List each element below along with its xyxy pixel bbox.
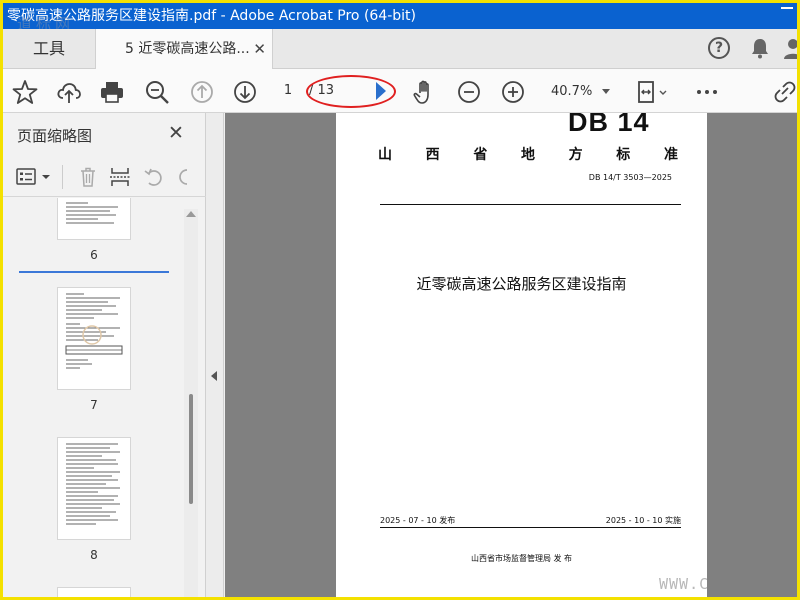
page-thumbnail[interactable] — [57, 287, 131, 390]
thumbnail-page-label: 6 — [90, 248, 98, 262]
annotation-ellipse — [306, 75, 396, 108]
star-icon[interactable] — [12, 79, 38, 105]
chevron-down-icon — [602, 89, 610, 94]
standard-category-char: 标 — [616, 147, 631, 163]
standard-category: 山 西 省 地 方 标 准 — [378, 144, 678, 164]
tab-document[interactable]: 5 近零碳高速公路... ✕ — [95, 29, 273, 69]
issue-date: 2025 - 07 - 10 发布 — [380, 516, 456, 525]
scrollbar-thumb[interactable] — [189, 394, 193, 504]
tab-close-icon[interactable]: ✕ — [253, 29, 266, 69]
panel-collapse-bar[interactable] — [206, 113, 224, 597]
standard-category-char: 准 — [663, 147, 678, 163]
document-page: DB 14 山 西 省 地 方 标 准 DB 14/T 3503—2025 近零… — [336, 113, 707, 597]
divider-line — [380, 527, 681, 528]
panel-toolbar — [3, 157, 206, 197]
panel-close-icon[interactable]: ✕ — [168, 122, 184, 144]
page-number-input[interactable]: 1 — [274, 79, 302, 103]
page-thumbnail[interactable] — [57, 437, 131, 540]
more-tools-icon[interactable] — [694, 79, 720, 105]
tab-bar: 工具 5 近零碳高速公路... ✕ ? — [3, 29, 797, 69]
zoom-level-select[interactable]: 40.7% — [542, 79, 618, 105]
next-page-icon[interactable] — [232, 79, 258, 105]
chevron-left-icon[interactable] — [211, 371, 217, 381]
rotate-right-icon[interactable] — [177, 166, 193, 188]
zoom-in-icon[interactable] — [500, 79, 526, 105]
panel-title: 页面缩略图 — [17, 127, 93, 145]
hand-tool-icon[interactable] — [412, 79, 438, 105]
standard-category-char: 山 — [378, 147, 392, 163]
minimize-icon[interactable] — [781, 7, 793, 9]
zoom-out-icon[interactable] — [456, 79, 482, 105]
standard-category-char: 省 — [473, 147, 488, 163]
page-thumbnail[interactable] — [57, 198, 131, 240]
share-link-icon[interactable] — [771, 79, 797, 105]
web-watermark: WWW.C — [659, 575, 710, 593]
window-frame: 零碳高速公路服务区建设指南.pdf - Adobe Acrobat Pro (6… — [0, 0, 800, 600]
thumbnail-page-label: 8 — [90, 548, 98, 562]
toolbar-divider — [62, 165, 63, 189]
standard-code: DB 14/T 3503—2025 — [588, 173, 672, 182]
tab-document-label: 5 近零碳高速公路... — [125, 41, 250, 57]
standard-logo: DB 14 — [568, 113, 650, 137]
page-thumbnail[interactable] — [57, 587, 131, 597]
window-title-bar: 零碳高速公路服务区建设指南.pdf - Adobe Acrobat Pro (6… — [3, 3, 797, 29]
help-icon[interactable]: ? — [708, 37, 730, 59]
delete-page-icon[interactable] — [77, 166, 99, 188]
main-toolbar: 1 / 13 — [3, 69, 797, 113]
zoom-level-value: 40.7% — [551, 84, 593, 99]
print-icon[interactable] — [99, 79, 125, 105]
thumbnail-list: 6 7 8 — [3, 198, 193, 597]
selection-indicator — [19, 271, 169, 273]
standard-category-char: 方 — [568, 147, 583, 163]
fit-page-icon[interactable] — [635, 79, 669, 105]
thumbnail-page-label: 7 — [90, 398, 98, 412]
document-title: 近零碳高速公路服务区建设指南 — [416, 275, 627, 293]
cloud-upload-icon[interactable] — [56, 79, 82, 105]
standard-category-char: 西 — [425, 147, 440, 163]
divider-line — [380, 204, 681, 205]
scroll-up-icon[interactable] — [186, 211, 196, 217]
options-menu-icon[interactable] — [16, 167, 52, 187]
account-icon[interactable] — [783, 37, 797, 59]
zoom-search-icon[interactable] — [144, 79, 170, 105]
document-view[interactable]: DB 14 山 西 省 地 方 标 准 DB 14/T 3503—2025 近零… — [225, 113, 797, 597]
thumbnails-panel: 页面缩略图 ✕ 6 7 8 — [3, 113, 206, 597]
implementation-date: 2025 - 10 - 10 实施 — [605, 516, 681, 525]
standard-category-char: 地 — [520, 147, 535, 163]
notification-bell-icon[interactable] — [750, 37, 770, 59]
issuing-authority: 山西省市场监督管理局 发 布 — [470, 554, 573, 563]
rotate-left-icon[interactable] — [143, 166, 165, 188]
insert-page-icon[interactable] — [109, 166, 131, 188]
previous-page-icon[interactable] — [189, 79, 215, 105]
tab-tools[interactable]: 工具 — [3, 29, 95, 69]
